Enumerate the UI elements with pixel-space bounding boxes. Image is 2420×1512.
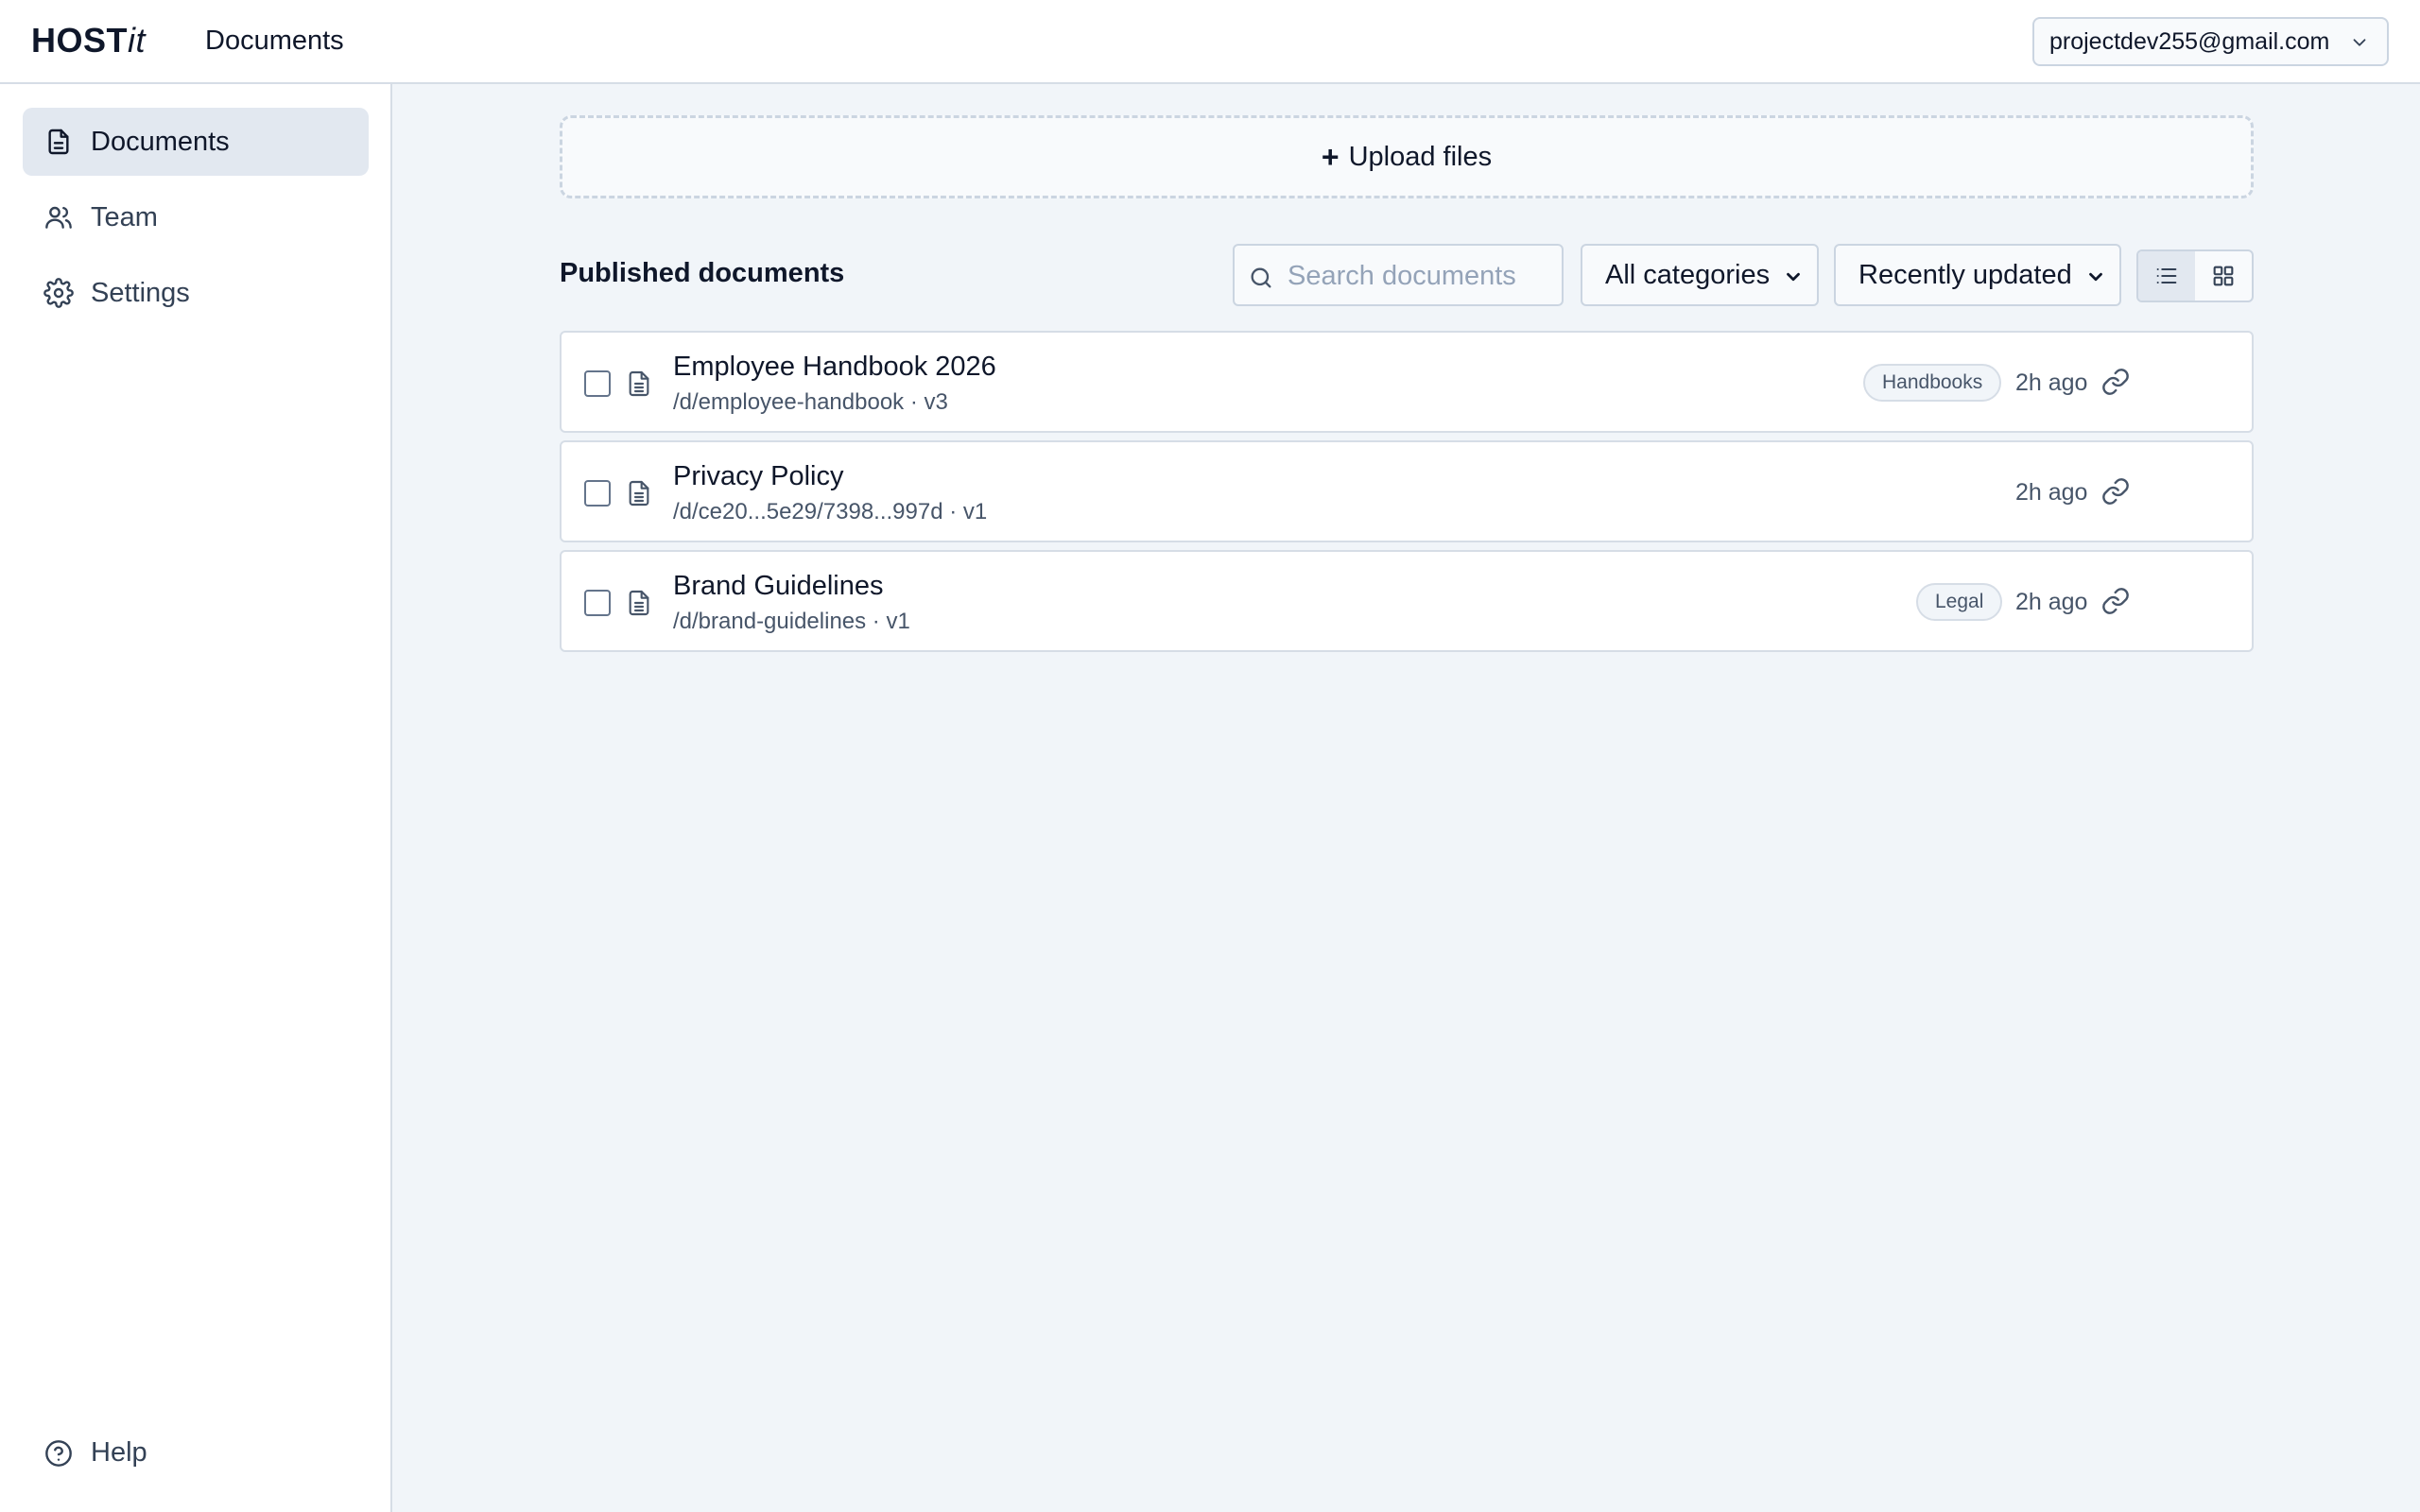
document-name[interactable]: Employee Handbook 2026: [673, 352, 996, 383]
updated-time: 2h ago: [2015, 589, 2088, 615]
document-name[interactable]: Privacy Policy: [673, 461, 844, 492]
section-title: Published documents: [560, 258, 845, 288]
document-icon: [48, 129, 69, 155]
sidebar-item-label: Team: [91, 201, 158, 232]
row-checkbox[interactable]: [584, 590, 611, 616]
plus-icon: +: [1321, 139, 1340, 174]
document-path: /d/brand-guidelines · v1: [673, 609, 910, 634]
table-row[interactable]: Privacy Policy /d/ce20...5e29/7398...997…: [560, 440, 2254, 542]
category-badge: Handbooks: [1863, 364, 2002, 402]
document-path: /d/employee-handbook · v3: [673, 389, 948, 415]
category-badge: Legal: [1916, 583, 2003, 621]
row-checkbox[interactable]: [584, 370, 611, 397]
top-bar: HOSTit Documents projectdev255@gmail.com: [0, 0, 2420, 84]
file-text-icon: [629, 590, 649, 616]
file-text-icon: [629, 370, 649, 397]
gear-icon: [43, 278, 74, 308]
search-box[interactable]: [1233, 244, 1564, 306]
sort-select[interactable]: Recently updated: [1834, 244, 2121, 306]
grid-icon: [2213, 266, 2234, 286]
chevron-down-icon: [1787, 272, 1800, 282]
upload-label: Upload files: [1348, 141, 1493, 172]
updated-time: 2h ago: [2015, 369, 2088, 396]
grid-view-button[interactable]: [2195, 251, 2252, 301]
upload-files-dropzone[interactable]: + Upload files: [560, 115, 2254, 198]
chevron-down-icon: [2089, 272, 2102, 282]
help-label: Help: [91, 1437, 147, 1468]
logo-italic-text: it: [128, 21, 147, 60]
main-content: + Upload files Published documents All c…: [394, 84, 2420, 1512]
table-row[interactable]: Brand Guidelines /d/brand-guidelines · v…: [560, 550, 2254, 652]
chevron-down-icon: [2353, 39, 2366, 46]
sidebar-item-settings[interactable]: Settings: [23, 259, 369, 327]
category-select[interactable]: All categories: [1581, 244, 1819, 306]
document-name[interactable]: Brand Guidelines: [673, 571, 883, 602]
logo[interactable]: HOSTit: [31, 21, 146, 60]
category-select-value: All categories: [1605, 259, 1771, 290]
sidebar-item-label: Documents: [91, 126, 230, 157]
view-toggle: [2136, 249, 2254, 302]
sidebar-item-team[interactable]: Team: [23, 183, 369, 251]
help-circle-icon: [45, 1439, 72, 1467]
file-text-icon: [629, 480, 649, 507]
list-icon: [2156, 267, 2177, 284]
link-icon[interactable]: [2100, 476, 2131, 507]
search-input[interactable]: [1288, 255, 1552, 297]
list-view-button[interactable]: [2138, 251, 2195, 301]
sidebar: Documents Team Settings Help: [0, 84, 392, 1512]
help-link[interactable]: Help: [43, 1437, 147, 1469]
page-title: Documents: [205, 26, 344, 56]
search-icon: [1251, 267, 1271, 288]
link-icon[interactable]: [2100, 586, 2131, 616]
sidebar-item-documents[interactable]: Documents: [23, 108, 369, 176]
users-icon: [45, 206, 72, 229]
row-checkbox[interactable]: [584, 480, 611, 507]
updated-time: 2h ago: [2015, 479, 2088, 506]
document-path: /d/ce20...5e29/7398...997d · v1: [673, 499, 988, 524]
account-menu-button[interactable]: projectdev255@gmail.com: [2032, 17, 2389, 66]
account-email: projectdev255@gmail.com: [2049, 27, 2330, 55]
sort-select-value: Recently updated: [1858, 259, 2072, 290]
link-icon[interactable]: [2100, 367, 2131, 397]
table-row[interactable]: Employee Handbook 2026 /d/employee-handb…: [560, 331, 2254, 433]
sidebar-item-label: Settings: [91, 277, 190, 308]
logo-bold-text: HOST: [31, 21, 129, 60]
